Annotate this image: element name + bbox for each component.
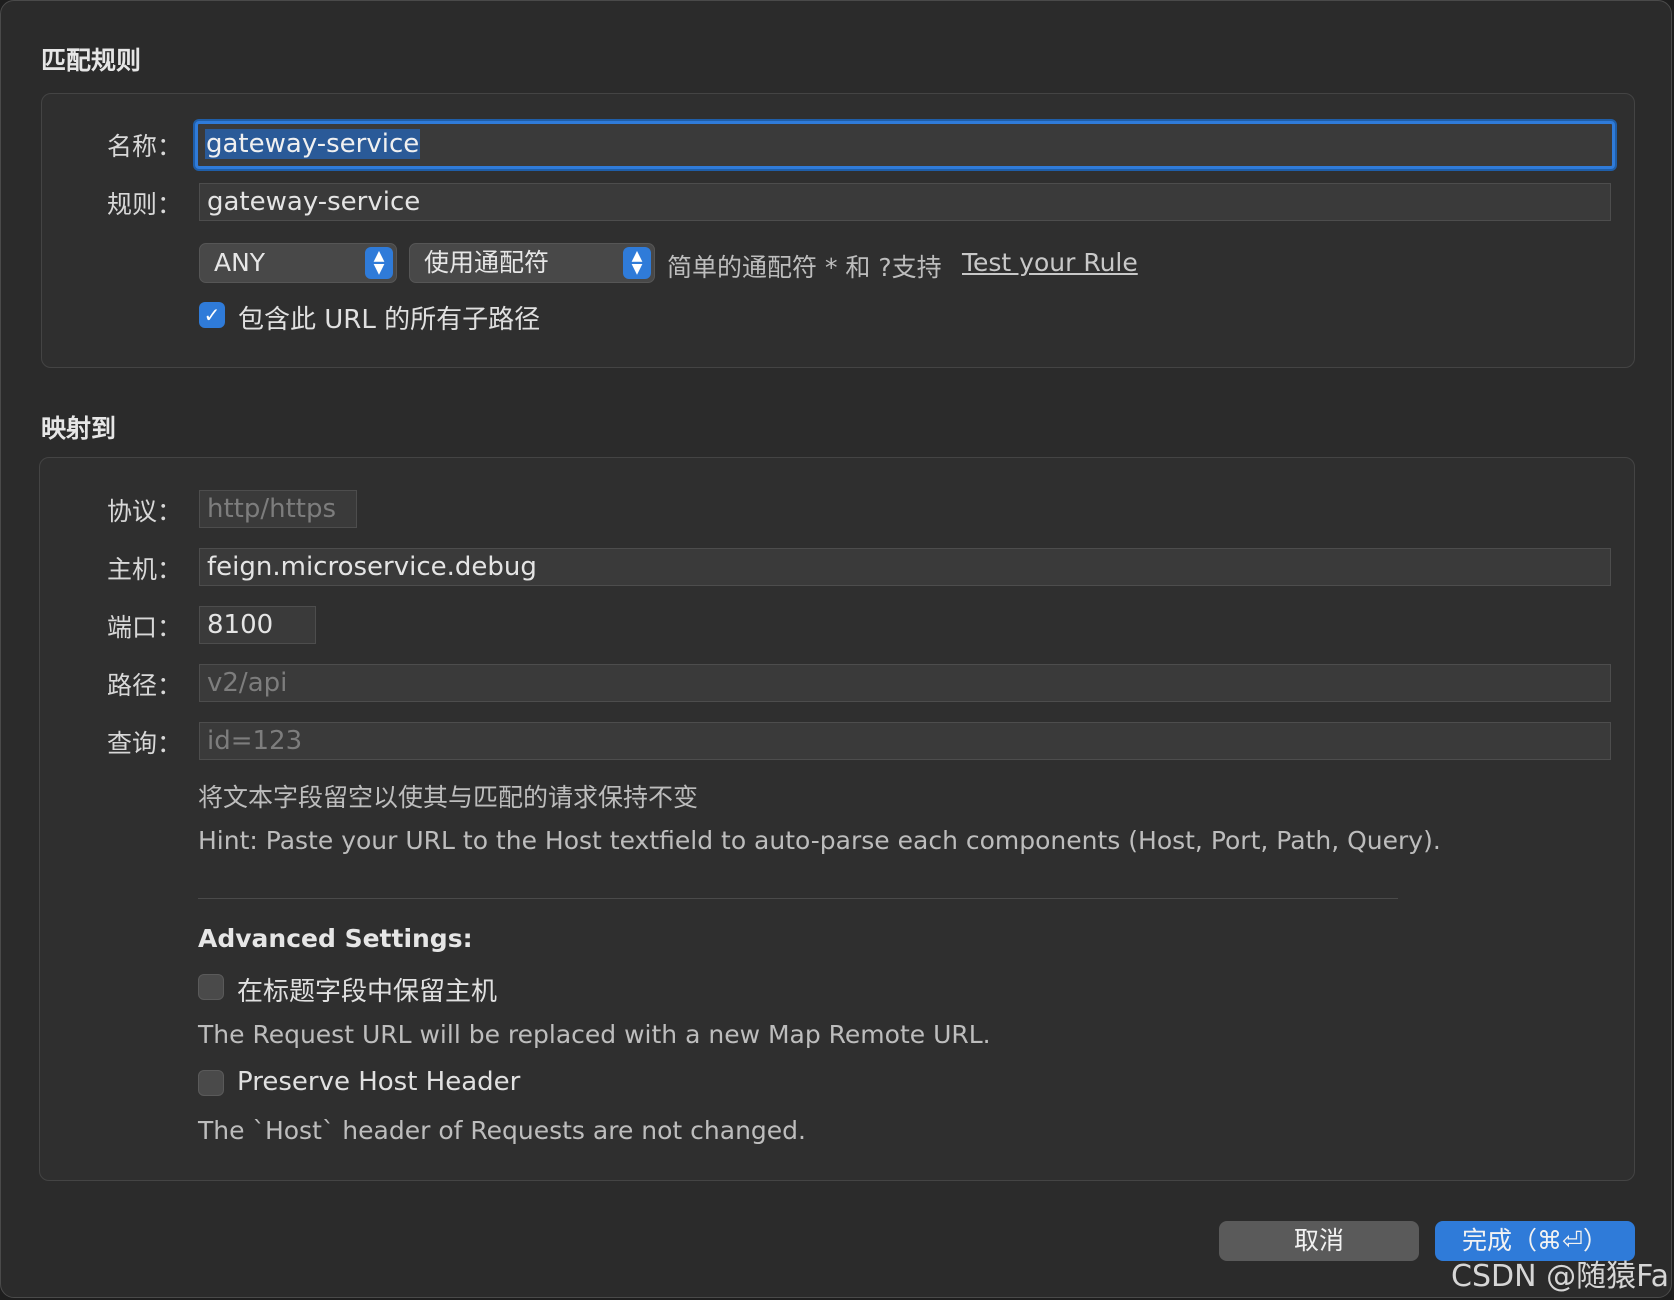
wildcard-hint: 简单的通配符 * 和 ?支持 (667, 253, 942, 282)
advanced-divider (198, 898, 1398, 899)
include-subpaths-label: 包含此 URL 的所有子路径 (238, 305, 541, 335)
keep-host-title-description: The Request URL will be replaced with a … (198, 1020, 991, 1049)
map-section-title: 映射到 (41, 414, 117, 443)
query-input[interactable]: id=123 (199, 722, 1611, 760)
test-rule-link[interactable]: Test your Rule (962, 248, 1138, 277)
port-label: 端口： (106, 613, 182, 642)
map-remote-dialog: 匹配规则 名称： gateway-service 规则： gateway-ser… (0, 0, 1672, 1298)
port-input[interactable]: 8100 (199, 606, 316, 644)
match-mode-select-value: 使用通配符 (424, 248, 550, 277)
preserve-host-header-checkbox[interactable] (198, 1070, 224, 1096)
host-label: 主机： (106, 555, 182, 584)
rule-input[interactable]: gateway-service (199, 183, 1611, 221)
checkmark-icon: ✓ (203, 303, 221, 327)
match-section-title: 匹配规则 (41, 46, 142, 75)
match-mode-select[interactable]: 使用通配符 ▲ ▼ (409, 243, 655, 283)
host-input[interactable]: feign.microservice.debug (199, 548, 1611, 586)
keep-blank-hint: 将文本字段留空以使其与匹配的请求保持不变 (198, 783, 699, 812)
name-input-value: gateway-service (205, 129, 421, 159)
query-label: 查询： (106, 729, 182, 758)
preserve-host-header-label: Preserve Host Header (237, 1067, 521, 1097)
match-panel: 名称： gateway-service 规则： gateway-service … (41, 93, 1635, 368)
path-input[interactable]: v2/api (199, 664, 1611, 702)
advanced-settings-title: Advanced Settings: (198, 924, 473, 953)
path-label: 路径： (106, 671, 182, 700)
method-select-value: ANY (214, 248, 266, 277)
paste-url-hint: Hint: Paste your URL to the Host textfie… (198, 826, 1441, 855)
include-subpaths-checkbox[interactable]: ✓ (199, 302, 225, 328)
rule-label: 规则： (106, 190, 182, 219)
name-label: 名称： (106, 132, 182, 161)
name-input[interactable]: gateway-service (195, 121, 1615, 169)
method-select[interactable]: ANY ▲ ▼ (199, 243, 397, 283)
up-down-chevron-icon: ▲ ▼ (623, 247, 651, 279)
cancel-button[interactable]: 取消 (1219, 1221, 1419, 1261)
keep-host-title-checkbox[interactable] (198, 974, 224, 1000)
protocol-label: 协议： (106, 497, 182, 526)
keep-host-title-label: 在标题字段中保留主机 (237, 977, 498, 1007)
preserve-host-header-description: The `Host` header of Requests are not ch… (198, 1116, 806, 1145)
map-panel: 协议： http/https 主机： feign.microservice.de… (39, 457, 1635, 1181)
up-down-chevron-icon: ▲ ▼ (365, 247, 393, 279)
protocol-input[interactable]: http/https (199, 490, 357, 528)
csdn-watermark: CSDN @随猿Fa (1451, 1259, 1669, 1294)
